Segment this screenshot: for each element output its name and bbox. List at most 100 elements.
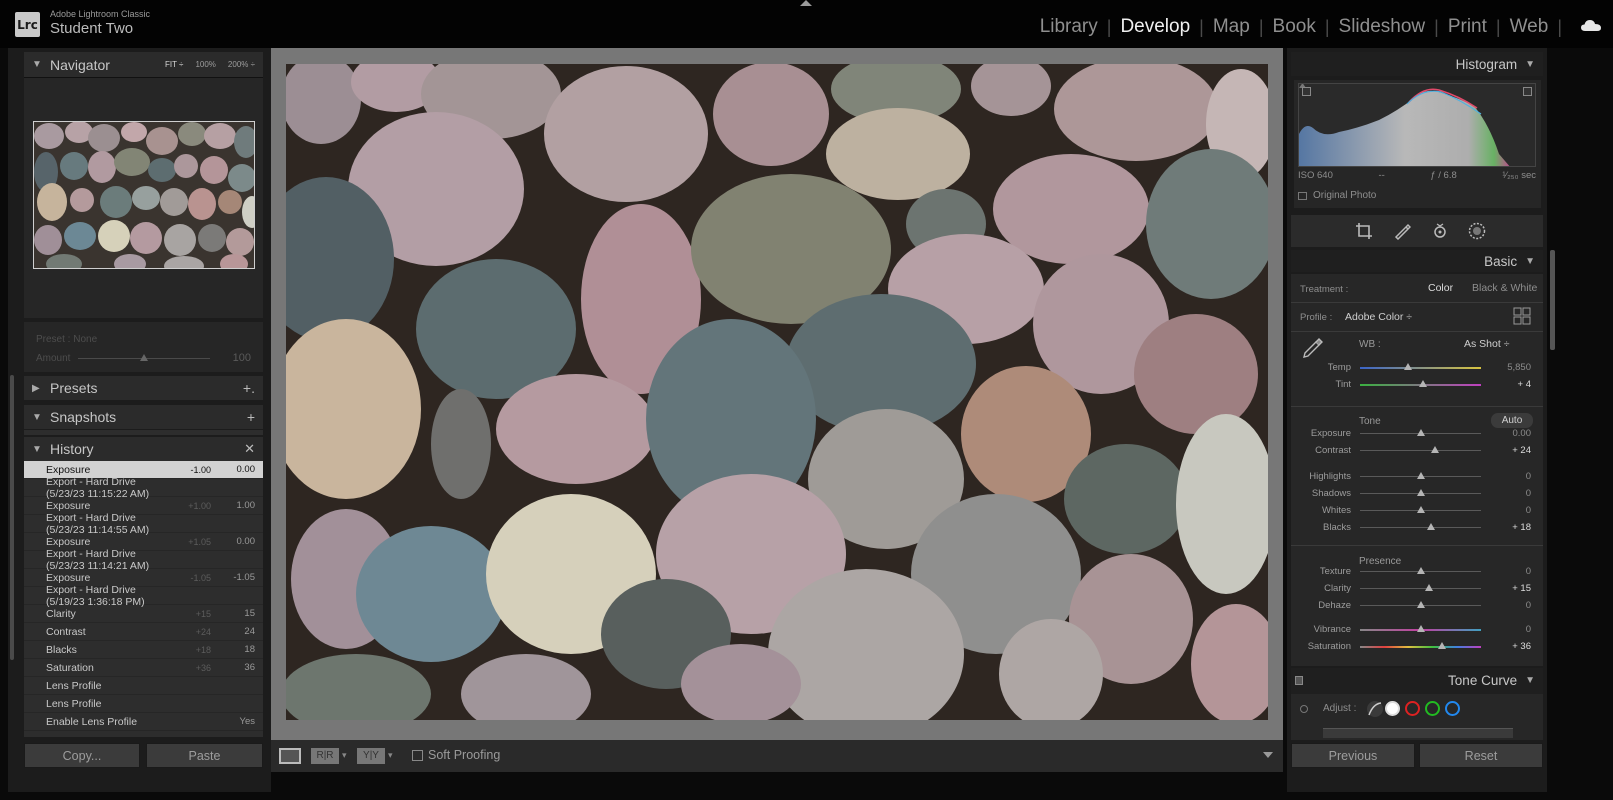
loupe-view-icon[interactable] — [279, 748, 301, 764]
red-eye-icon[interactable] — [1431, 222, 1449, 240]
add-snapshot-icon[interactable]: + — [247, 409, 255, 425]
module-map[interactable]: Map — [1211, 16, 1252, 38]
clarity-slider-track[interactable] — [1360, 588, 1481, 589]
texture-slider[interactable]: Texture 0 — [1291, 563, 1543, 580]
history-item[interactable]: Export - Hard Drive (5/19/23 1:36:18 PM) — [24, 584, 263, 608]
module-library[interactable]: Library — [1038, 16, 1100, 38]
module-print[interactable]: Print — [1446, 16, 1489, 38]
green-channel-button[interactable] — [1425, 701, 1440, 716]
collapse-triangle-icon[interactable]: ▼ — [1525, 675, 1535, 686]
shadows-value[interactable]: 0 — [1526, 488, 1531, 499]
tint-value[interactable]: + 4 — [1518, 379, 1531, 390]
module-web[interactable]: Web — [1508, 16, 1551, 38]
toolbar-menu-arrow-icon[interactable] — [1263, 752, 1273, 758]
healing-brush-icon[interactable] — [1393, 222, 1411, 240]
whites-value[interactable]: 0 — [1526, 505, 1531, 516]
vibrance-slider-knob[interactable] — [1416, 625, 1425, 632]
collapse-triangle-icon[interactable]: ▼ — [1525, 256, 1535, 267]
copy-button[interactable]: Copy... — [24, 743, 140, 768]
clarity-value[interactable]: + 15 — [1512, 583, 1531, 594]
tone-curve-header[interactable]: Tone Curve ▼ — [1291, 668, 1543, 694]
blue-channel-button[interactable] — [1445, 701, 1460, 716]
vibrance-slider[interactable]: Vibrance 0 — [1291, 621, 1543, 638]
blacks-value[interactable]: + 18 — [1512, 522, 1531, 533]
collapse-triangle-icon[interactable]: ▼ — [32, 444, 42, 455]
module-book[interactable]: Book — [1271, 16, 1318, 38]
navigator-header[interactable]: ▼ Navigator FIT ÷ 100% 200% ÷ — [24, 52, 263, 78]
zoom-100-option[interactable]: 100% — [195, 60, 215, 69]
shadow-clipping-toggle[interactable] — [1302, 87, 1311, 96]
chevron-down-icon[interactable]: ▾ — [342, 750, 347, 761]
right-scrollbar[interactable] — [1550, 250, 1555, 350]
texture-value[interactable]: 0 — [1526, 566, 1531, 577]
saturation-slider-track[interactable] — [1360, 646, 1481, 648]
highlights-slider-knob[interactable] — [1416, 472, 1425, 479]
contrast-slider[interactable]: Contrast + 24 — [1291, 442, 1543, 459]
history-item[interactable]: Contrast +24 24 — [24, 623, 263, 641]
temp-slider-track[interactable] — [1360, 367, 1481, 369]
paste-button[interactable]: Paste — [146, 743, 263, 768]
history-header[interactable]: ▼ History ✕ — [24, 437, 263, 461]
collapse-triangle-icon[interactable]: ▼ — [1525, 59, 1535, 70]
presets-header[interactable]: ▶ Presets +. — [24, 376, 263, 400]
highlights-slider[interactable]: Highlights 0 — [1291, 468, 1543, 485]
history-item[interactable]: Blacks +18 18 — [24, 641, 263, 659]
amount-slider-knob[interactable] — [140, 354, 148, 361]
vibrance-value[interactable]: 0 — [1526, 624, 1531, 635]
collapse-triangle-icon[interactable]: ▼ — [32, 59, 42, 70]
before-after-tb-icon[interactable]: Y|Y — [357, 748, 385, 764]
clarity-slider-knob[interactable] — [1424, 584, 1433, 591]
reset-button[interactable]: Reset — [1419, 743, 1543, 768]
tint-slider[interactable]: Tint + 4 — [1291, 376, 1543, 393]
history-item[interactable]: Export - Hard Drive (5/23/23 11:15:22 AM… — [24, 476, 263, 500]
contrast-value[interactable]: + 24 — [1512, 445, 1531, 456]
chevron-down-icon[interactable]: ▾ — [388, 750, 393, 761]
clear-history-icon[interactable]: ✕ — [244, 441, 255, 457]
cloud-icon[interactable] — [1581, 18, 1601, 32]
temp-slider[interactable]: Temp 5,850 — [1291, 359, 1543, 376]
whites-slider[interactable]: Whites 0 — [1291, 502, 1543, 519]
original-photo-checkbox[interactable] — [1298, 192, 1307, 200]
soft-proofing-checkbox[interactable] — [412, 750, 423, 761]
panel-toggle-switch[interactable] — [1295, 676, 1303, 685]
highlights-value[interactable]: 0 — [1526, 471, 1531, 482]
basic-header[interactable]: Basic ▼ — [1291, 250, 1543, 272]
histogram-graph[interactable] — [1298, 83, 1536, 167]
histogram-header[interactable]: Histogram ▼ — [1291, 52, 1543, 76]
tint-slider-knob[interactable] — [1418, 380, 1427, 387]
history-item[interactable]: Enable Lens Profile Yes — [24, 713, 263, 731]
main-photo[interactable] — [286, 64, 1268, 720]
auto-tone-button[interactable]: Auto — [1491, 413, 1533, 428]
contrast-slider-track[interactable] — [1360, 450, 1481, 451]
shadows-slider[interactable]: Shadows 0 — [1291, 485, 1543, 502]
treatment-color-option[interactable]: Color — [1428, 282, 1453, 294]
history-item[interactable]: Export - Hard Drive (5/23/23 11:14:55 AM… — [24, 512, 263, 536]
dehaze-slider[interactable]: Dehaze 0 — [1291, 597, 1543, 614]
point-curve-white-channel[interactable] — [1385, 701, 1400, 716]
snapshots-header[interactable]: ▼ Snapshots + — [24, 405, 263, 429]
wb-dropdown[interactable]: As Shot ÷ — [1464, 338, 1509, 350]
panel-collapse-arrow-icon[interactable] — [800, 0, 812, 6]
whites-slider-knob[interactable] — [1416, 506, 1425, 513]
texture-slider-knob[interactable] — [1416, 567, 1425, 574]
add-preset-icon[interactable]: +. — [243, 380, 255, 396]
temp-slider-knob[interactable] — [1404, 363, 1413, 370]
red-channel-button[interactable] — [1405, 701, 1420, 716]
saturation-value[interactable]: + 36 — [1512, 641, 1531, 652]
module-slideshow[interactable]: Slideshow — [1337, 16, 1428, 38]
highlight-clipping-toggle[interactable] — [1523, 87, 1532, 96]
clarity-slider[interactable]: Clarity + 15 — [1291, 580, 1543, 597]
history-item[interactable]: Saturation +36 36 — [24, 659, 263, 677]
zoom-fit-option[interactable]: FIT ÷ — [165, 60, 183, 69]
masking-icon[interactable] — [1467, 221, 1487, 241]
previous-button[interactable]: Previous — [1291, 743, 1415, 768]
left-scrollbar[interactable] — [10, 375, 14, 660]
shadows-slider-knob[interactable] — [1416, 489, 1425, 496]
profile-dropdown[interactable]: Adobe Color ÷ — [1345, 311, 1412, 323]
history-item[interactable]: Clarity +15 15 — [24, 605, 263, 623]
parametric-curve-icon[interactable] — [1366, 700, 1384, 718]
exposure-slider-knob[interactable] — [1416, 429, 1425, 436]
before-after-lr-icon[interactable]: R|R — [311, 748, 339, 764]
history-item[interactable]: Lens Profile — [24, 695, 263, 713]
blacks-slider-track[interactable] — [1360, 527, 1481, 528]
